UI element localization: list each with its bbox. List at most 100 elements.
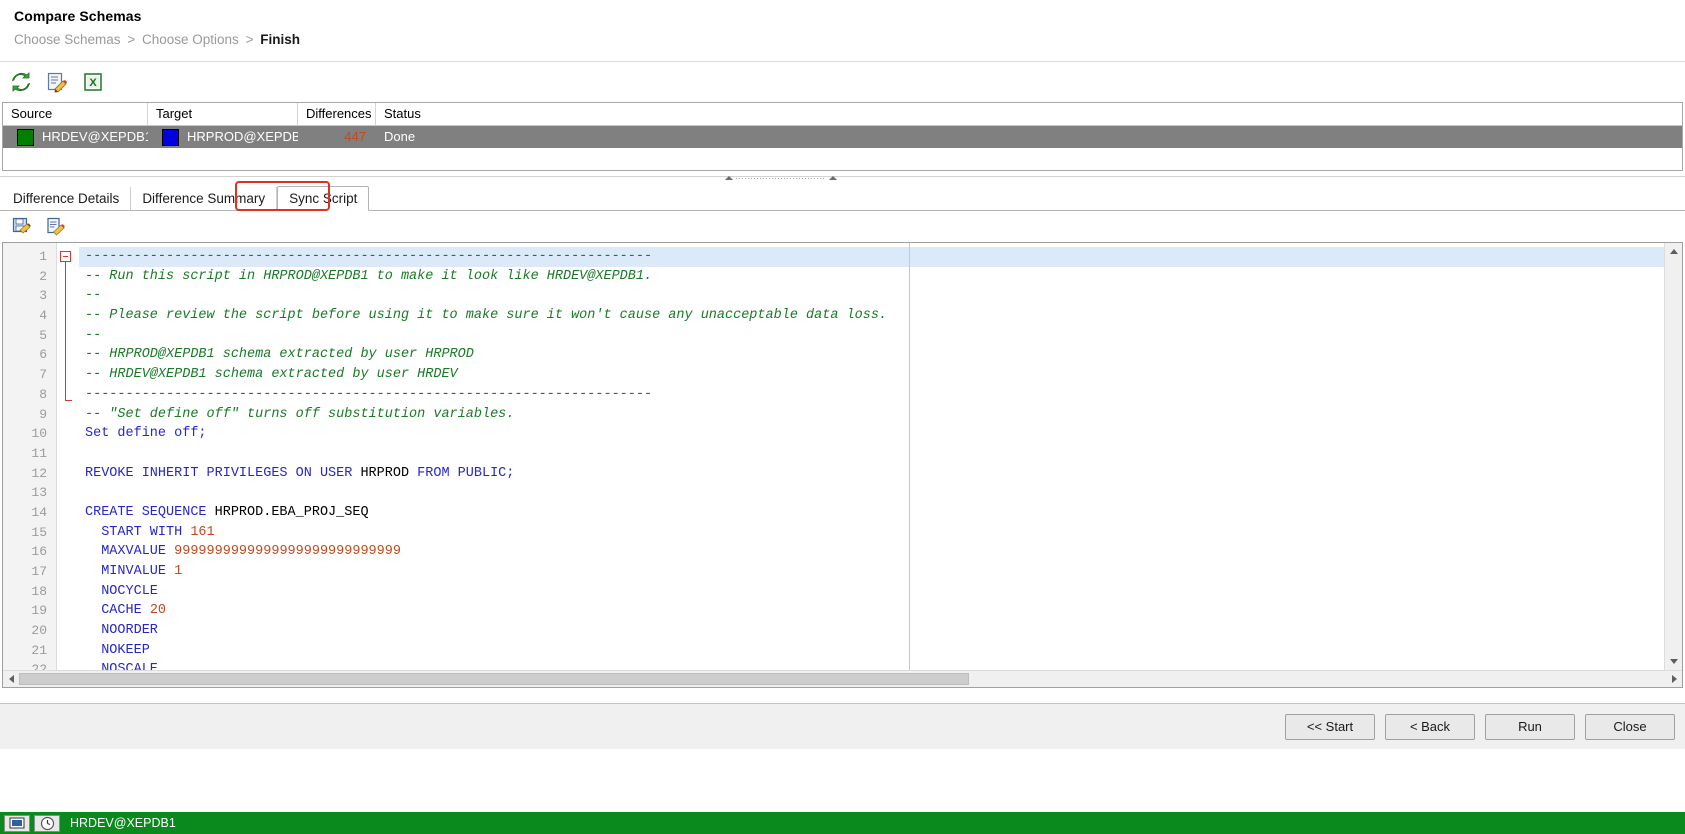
code-line[interactable]: REVOKE INHERIT PRIVILEGES ON USER HRPROD… [79,464,1664,484]
close-button[interactable]: Close [1585,713,1675,740]
code-token: REVOKE INHERIT PRIVILEGES ON USER [85,465,361,481]
grid-header-row: Source Target Differences Status [3,103,1682,126]
line-number: 6 [39,347,47,363]
line-number: 19 [31,603,47,619]
line-number: 5 [39,327,47,343]
source-schema-label: HRDEV@XEPDB1 [42,129,148,144]
code-line[interactable]: MAXVALUE 9999999999999999999999999999 [79,542,1664,562]
line-number: 10 [31,426,47,442]
code-token: FROM PUBLIC; [417,465,515,481]
wizard-footer: << Start < Back Run Close [0,703,1685,749]
scroll-left-arrow-icon[interactable] [3,671,19,687]
save-script-icon[interactable] [10,216,32,238]
breadcrumb-item-choose-options[interactable]: Choose Options [142,32,239,47]
code-token: -- [85,327,102,343]
column-header-differences[interactable]: Differences [298,103,376,125]
code-token: CREATE SEQUENCE [85,504,215,520]
line-number: 9 [39,406,47,422]
code-line[interactable] [79,483,1664,503]
start-button[interactable]: << Start [1285,713,1375,740]
scroll-up-arrow-icon[interactable] [1665,243,1682,260]
code-line[interactable]: START WITH 161 [79,523,1664,543]
excel-export-icon[interactable]: X [80,69,106,95]
table-row[interactable]: HRDEV@XEPDB1 HRPROD@XEPDB1 447 Done [3,126,1682,148]
code-line[interactable]: ----------------------------------------… [79,247,1664,267]
back-button[interactable]: < Back [1385,713,1475,740]
run-button[interactable]: Run [1485,713,1575,740]
column-header-source[interactable]: Source [3,103,148,125]
page-title: Compare Schemas [14,8,142,24]
code-token: ----------------------------------------… [85,249,653,264]
tab-difference-summary[interactable]: Difference Summary [131,187,278,210]
line-number: 16 [31,544,47,560]
edit-script-icon[interactable] [44,216,66,238]
hscroll-track[interactable] [19,671,1666,687]
code-line[interactable]: -- Please review the script before using… [79,306,1664,326]
code-token: -- [85,288,102,304]
line-number: 3 [39,288,47,304]
code-token: CACHE [85,603,150,619]
code-token: -- Please review the script before using… [85,308,888,324]
breadcrumb-item-finish: Finish [260,32,300,47]
code-token: -- HRPROD@XEPDB1 schema extracted by use… [85,347,474,363]
database-icon[interactable] [4,814,30,832]
code-token: MAXVALUE [85,544,175,560]
source-color-swatch [17,128,34,146]
code-token: NOCYCLE [85,583,158,599]
splitter-arrow-up-icon[interactable] [725,175,733,180]
report-edit-icon[interactable] [44,69,70,95]
comparison-results-grid: Source Target Differences Status HRDEV@X… [2,102,1683,171]
line-number: 8 [39,386,47,402]
code-content[interactable]: ----------------------------------------… [79,243,1664,670]
status-bar-connection-label: HRDEV@XEPDB1 [70,816,176,830]
code-line[interactable]: NOORDER [79,621,1664,641]
code-line[interactable]: -- HRPROD@XEPDB1 schema extracted by use… [79,345,1664,365]
breadcrumb-item-choose-schemas[interactable]: Choose Schemas [14,32,121,47]
breadcrumb: Choose Schemas > Choose Options > Finish [14,32,1671,47]
cell-status: Done [384,129,416,144]
tab-difference-details[interactable]: Difference Details [2,187,132,210]
code-line[interactable] [79,444,1664,464]
code-token: HRPROD [360,465,418,481]
code-token: -- HRDEV@XEPDB1 schema extracted by user… [85,367,458,383]
line-number: 18 [31,583,47,599]
code-line[interactable]: NOSCALE [79,660,1664,670]
code-line[interactable]: -- [79,326,1664,346]
code-token: 9999999999999999999999999999 [174,544,401,560]
grid-empty-area [3,148,1682,171]
code-line[interactable]: Set define off; [79,424,1664,444]
code-line[interactable]: -- HRDEV@XEPDB1 schema extracted by user… [79,365,1664,385]
editor-horizontal-scrollbar[interactable] [3,670,1682,687]
code-line[interactable]: -- "Set define off" turns off substituti… [79,405,1664,425]
code-line[interactable]: -- Run this script in HRPROD@XEPDB1 to m… [79,267,1664,287]
code-token: -- Run this script in HRPROD@XEPDB1 to m… [85,268,653,284]
splitter-grip[interactable] [725,173,837,182]
code-line[interactable]: ----------------------------------------… [79,385,1664,405]
tab-sync-script[interactable]: Sync Script [277,186,370,211]
cell-differences: 447 [344,129,366,144]
editor-vertical-scrollbar[interactable] [1664,243,1682,670]
panel-splitter[interactable] [0,171,1685,184]
line-number: 2 [39,268,47,284]
code-line[interactable]: -- [79,286,1664,306]
splitter-arrow-up-icon[interactable] [829,175,837,180]
scroll-right-arrow-icon[interactable] [1666,671,1682,687]
fold-range-line [65,262,66,400]
code-line[interactable]: CACHE 20 [79,601,1664,621]
wizard-header: Compare Schemas Choose Schemas > Choose … [0,0,1685,53]
column-header-target[interactable]: Target [148,103,298,125]
scroll-down-arrow-icon[interactable] [1665,653,1682,670]
code-line[interactable]: NOCYCLE [79,582,1664,602]
hscroll-thumb[interactable] [19,673,969,685]
line-number: 11 [31,445,47,461]
code-line[interactable]: CREATE SEQUENCE HRPROD.EBA_PROJ_SEQ [79,503,1664,523]
refresh-icon[interactable] [8,69,34,95]
sync-script-editor: 1 2 3 4 5 6 7 8 9 10 11 12 13 14 15 16 17 18 19 20 21 22 ----… [2,242,1683,688]
fold-collapse-icon[interactable] [60,251,71,262]
code-token: 161 [190,524,215,540]
code-token: MINVALUE [85,564,175,579]
code-line[interactable]: NOKEEP [79,641,1664,661]
column-header-status[interactable]: Status [376,103,496,125]
clock-icon[interactable] [34,814,60,832]
code-line[interactable]: MINVALUE 1 [79,562,1664,582]
